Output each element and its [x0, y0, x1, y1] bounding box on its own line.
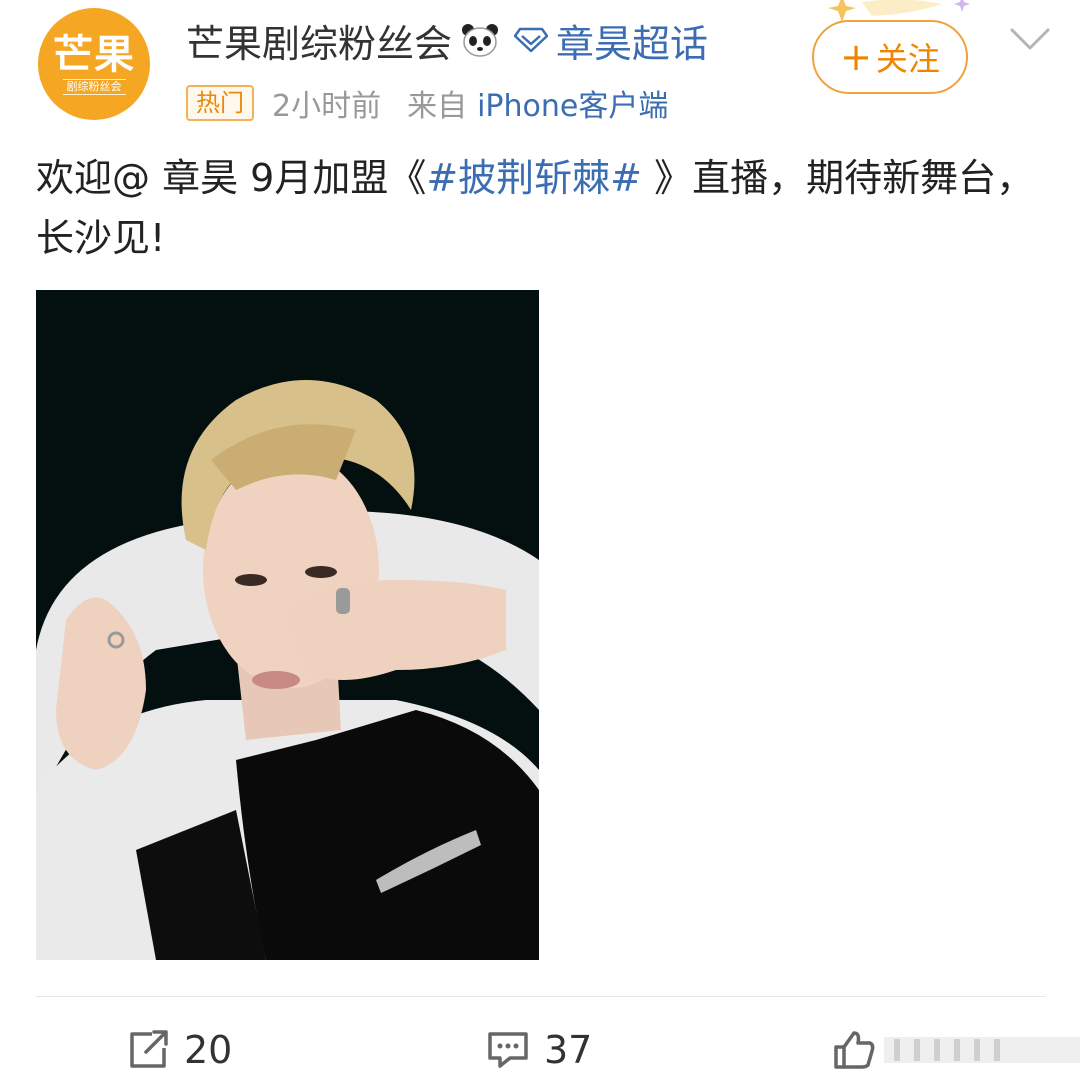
like-icon [834, 1031, 875, 1069]
comment-count: 37 [544, 1028, 593, 1072]
watermark-icon [884, 1037, 1080, 1063]
meta-row: 热门 2小时前 来自 iPhone客户端 [186, 82, 668, 124]
follow-button[interactable]: + 关注 [812, 20, 968, 94]
repost-count: 20 [184, 1028, 233, 1072]
repost-button[interactable]: 20 [126, 1022, 232, 1078]
repost-icon [130, 1030, 168, 1068]
follow-label: 关注 [875, 40, 940, 78]
comment-icon [488, 1032, 528, 1068]
divider [36, 996, 1046, 997]
post-time: 2小时前 [272, 89, 382, 124]
portrait-illustration [36, 290, 539, 960]
hot-badge: 热门 [186, 85, 254, 121]
avatar-logo-subtext: 剧综粉丝会 [62, 79, 126, 95]
comment-button[interactable]: 37 [486, 1022, 592, 1078]
topic-link[interactable]: #披荆斩棘# [426, 156, 642, 200]
post-text: 欢迎@ 章昊 9月加盟《#披荆斩棘# 》直播，期待新舞台，长沙见! [36, 148, 1046, 268]
avatar-logo-text: 芒果 [53, 32, 135, 78]
chevron-down-icon[interactable] [1008, 24, 1052, 54]
like-button[interactable] [832, 1022, 1080, 1078]
name-row: 芒果剧综粉丝会 章昊超话 [186, 14, 708, 66]
avatar[interactable]: 芒果 剧综粉丝会 [38, 8, 150, 120]
username[interactable]: 芒果剧综粉丝会 [186, 13, 452, 68]
follow-plus-icon: + [840, 35, 872, 79]
source-label: 来自 [407, 89, 468, 124]
post-photo[interactable] [36, 290, 539, 960]
panda-badge-icon [462, 24, 499, 57]
post-header: 芒果 剧综粉丝会 芒果剧综粉丝会 章昊超话 热门 2小时前 来自 iPhone客… [0, 0, 1080, 140]
post-text-part: 欢迎@ 章昊 9月加盟《 [36, 156, 427, 200]
supertopic-diamond-icon [514, 27, 549, 53]
supertopic-link[interactable]: 章昊超话 [556, 13, 708, 68]
source-device[interactable]: iPhone客户端 [477, 81, 668, 125]
